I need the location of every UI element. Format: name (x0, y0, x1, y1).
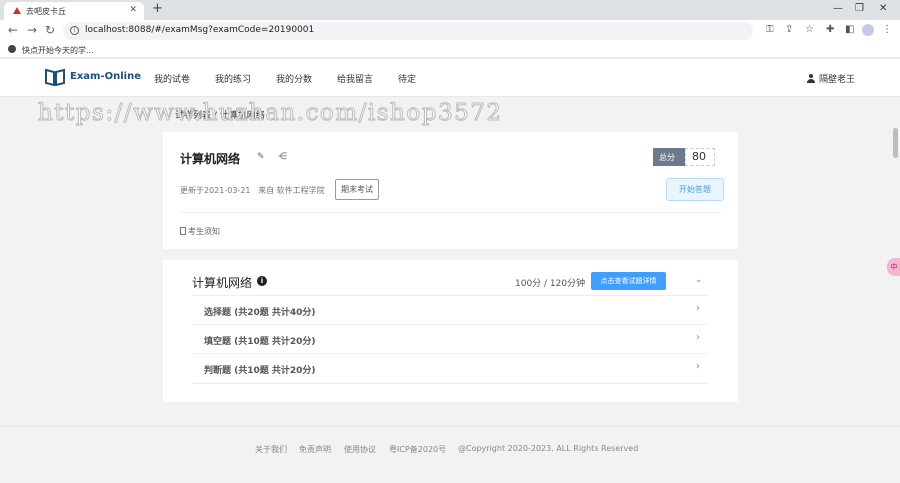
info-icon[interactable]: i (257, 276, 267, 286)
section-label-judge: 判断题 (共10题 共计20分) (204, 366, 316, 376)
site-header: Exam-Online 我的试卷 我的练习 我的分数 给我留言 待定 隔壁老王 (0, 59, 900, 97)
minimize-icon[interactable]: — (833, 3, 843, 14)
user-icon (807, 74, 815, 83)
question-section-row[interactable]: 填空题 (共10题 共计20分) › (192, 324, 708, 353)
share-icon[interactable]: ⋲ (278, 152, 287, 162)
start-exam-button[interactable]: 开始答题 (666, 178, 724, 201)
footer-copyright: @Copyright 2020-2023. ALL Rights Reserve… (458, 444, 639, 453)
bookmark-star-icon[interactable]: ☆ (805, 24, 814, 35)
back-icon[interactable]: ← (8, 23, 18, 37)
url-field[interactable]: i localhost:8088/#/examMsg?examCode=2019… (63, 22, 753, 40)
key-icon[interactable]: ⚿ (766, 24, 774, 35)
forward-icon[interactable]: → (27, 23, 37, 37)
browser-tab[interactable]: 去吧皮卡丘 ✕ (4, 2, 144, 20)
book-logo-icon (45, 68, 65, 86)
share-page-icon[interactable]: ⇪ (785, 24, 793, 35)
chevron-down-icon[interactable]: ⌄ (695, 275, 703, 285)
notice-label: 考生须知 (188, 227, 220, 236)
divider (180, 212, 721, 213)
divider (192, 383, 708, 384)
close-window-icon[interactable]: ✕ (879, 3, 887, 14)
updated-date: 更新于2021-03-21 (180, 186, 251, 195)
pencil-icon[interactable]: ✎ (257, 152, 265, 162)
section-label-fill: 填空题 (共10题 共计20分) (204, 337, 316, 347)
tab-favicon-icon (13, 7, 21, 14)
watermark: https://www.huzhan.com/ishop3572 (37, 100, 503, 127)
view-details-button[interactable]: 点击查看试题详情 (591, 272, 666, 290)
menu-dots-icon[interactable]: ⋮ (882, 24, 892, 35)
user-menu[interactable]: 隔壁老王 (807, 72, 855, 85)
detail-title: 计算机网络 (192, 276, 253, 290)
profile-avatar-icon[interactable] (862, 24, 874, 36)
exam-type-tag: 期末考试 (335, 179, 379, 200)
bookmarks-bar: 快点开始今天的学... (0, 42, 900, 58)
total-score-label: 总分 (653, 148, 685, 166)
exam-source: 来自 软件工程学院 (258, 186, 325, 195)
footer-about-link[interactable]: 关于我们 (255, 444, 287, 455)
score-duration: 100分 / 120分钟 (515, 279, 586, 289)
floating-widget[interactable]: 中 (887, 258, 900, 276)
nav-my-scores[interactable]: 我的分数 (276, 72, 312, 85)
tab-close-icon[interactable]: ✕ (129, 5, 137, 15)
footer-icp-link[interactable]: 粤ICP备2020号 (389, 444, 446, 455)
tab-title: 去吧皮卡丘 (26, 7, 66, 16)
exam-info-card: 计算机网络 ✎ ⋲ 总分 80 更新于2021-03-21 来自 软件工程学院 … (163, 132, 738, 249)
exam-title: 计算机网络 (180, 152, 241, 166)
question-section-row[interactable]: 选择题 (共20题 共计40分) › (192, 295, 708, 324)
nav-pending[interactable]: 待定 (398, 72, 416, 85)
footer-disclaimer-link[interactable]: 免责声明 (299, 444, 331, 455)
exam-meta: 更新于2021-03-21 来自 软件工程学院 (180, 185, 325, 196)
address-bar: ← → ↻ i localhost:8088/#/examMsg?examCod… (0, 20, 900, 42)
total-score-value: 80 (685, 148, 715, 166)
sidepanel-icon[interactable]: ◧ (845, 24, 854, 35)
browser-tabbar: 去吧皮卡丘 ✕ + — ❐ ✕ (0, 0, 900, 20)
bookmark-item[interactable]: 快点开始今天的学... (22, 45, 94, 56)
url-text: localhost:8088/#/examMsg?examCode=201900… (85, 25, 315, 35)
section-label-choice: 选择题 (共20题 共计40分) (204, 308, 316, 318)
user-name: 隔壁老王 (819, 75, 856, 85)
site-info-icon[interactable]: i (70, 26, 79, 35)
footer-divider (0, 426, 900, 427)
exam-notice-link[interactable]: 考生须知 (180, 226, 220, 237)
chevron-right-icon: › (696, 303, 700, 314)
nav-my-practice[interactable]: 我的练习 (215, 72, 251, 85)
bookmark-favicon-icon (8, 45, 16, 53)
document-icon (180, 227, 186, 235)
total-score-badge: 总分 80 (653, 148, 715, 166)
footer-terms-link[interactable]: 使用协议 (344, 444, 376, 455)
maximize-icon[interactable]: ❐ (855, 3, 864, 14)
page-scrollbar[interactable] (893, 128, 898, 158)
exam-detail-card: 计算机网络 i 100分 / 120分钟 点击查看试题详情 ⌄ 选择题 (共20… (163, 260, 738, 402)
nav-my-papers[interactable]: 我的试卷 (154, 72, 190, 85)
logo-text[interactable]: Exam-Online (70, 71, 141, 82)
chevron-right-icon: › (696, 332, 700, 343)
nav-leave-message[interactable]: 给我留言 (337, 72, 373, 85)
new-tab-button[interactable]: + (152, 2, 163, 16)
chevron-right-icon: › (696, 361, 700, 372)
question-section-row[interactable]: 判断题 (共10题 共计20分) › (192, 353, 708, 382)
extensions-icon[interactable]: ✚ (826, 24, 834, 35)
reload-icon[interactable]: ↻ (45, 23, 55, 37)
